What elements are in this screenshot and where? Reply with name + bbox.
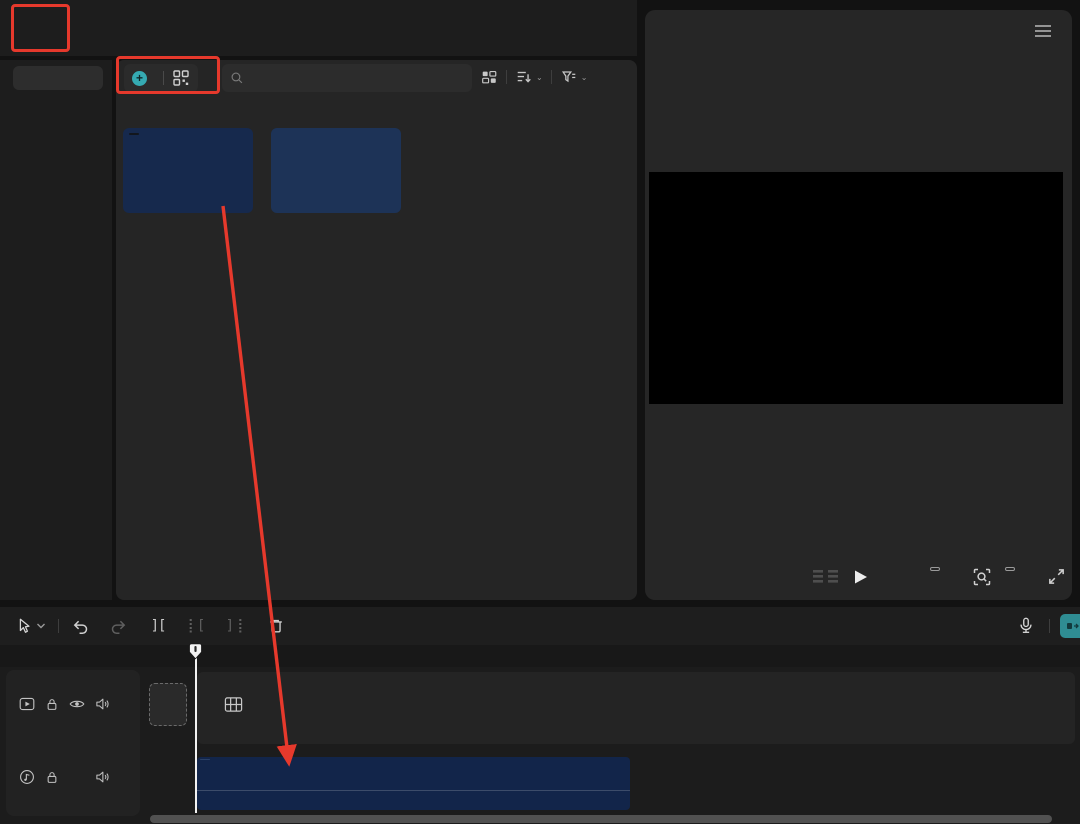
qr-import-icon[interactable]: [172, 69, 190, 87]
plus-icon: +: [132, 71, 147, 86]
sort-icon: [515, 68, 533, 86]
video-preview[interactable]: [649, 172, 1063, 404]
timeline-audio-clip[interactable]: [197, 757, 630, 810]
select-tool-button[interactable]: [10, 613, 50, 639]
cursor-icon: [15, 617, 33, 635]
playhead-line[interactable]: [195, 645, 197, 813]
grid-view-icon[interactable]: [480, 68, 498, 86]
delete-button[interactable]: [263, 613, 289, 639]
media-panel: +: [116, 60, 637, 600]
view-controls: ⌄ ⌄: [480, 68, 587, 86]
chevron-down-icon: ⌄: [536, 73, 543, 82]
redo-button[interactable]: [105, 613, 131, 639]
search-icon: [230, 71, 244, 85]
fullscreen-button[interactable]: [1047, 567, 1066, 586]
top-toolbar: [0, 0, 637, 56]
filter-button[interactable]: ⌄: [560, 68, 588, 86]
time-ruler[interactable]: [0, 645, 1080, 667]
sort-button[interactable]: ⌄: [515, 68, 543, 86]
aspect-ratio-button[interactable]: [1005, 567, 1015, 571]
filter-icon: [560, 68, 578, 86]
search-input[interactable]: [250, 71, 460, 85]
preview-zoom-button[interactable]: [972, 567, 992, 587]
added-badge: [129, 133, 139, 135]
lock-icon[interactable]: [39, 697, 64, 712]
sidebar: [0, 60, 112, 600]
audio-track-header: [6, 767, 140, 787]
focus-magnifier-icon: [972, 567, 992, 587]
undo-button[interactable]: [67, 613, 93, 639]
trim-left-button[interactable]: ⡇[: [183, 613, 209, 639]
film-icon: [224, 696, 243, 713]
media-card-audio-2[interactable]: [271, 128, 401, 213]
audio-tool-button[interactable]: [1060, 614, 1080, 638]
record-voiceover-button[interactable]: [1013, 613, 1039, 639]
waveform-thumbnail: [271, 128, 401, 213]
cover-button[interactable]: [149, 683, 187, 726]
trim-right-button[interactable]: ]⢸: [221, 613, 247, 639]
playhead[interactable]: [189, 643, 202, 660]
lock-icon[interactable]: [39, 770, 64, 785]
play-icon: [850, 567, 870, 587]
speaker-icon[interactable]: [90, 697, 115, 711]
sidebar-item-import[interactable]: [13, 66, 103, 90]
visibility-eye-icon[interactable]: [64, 698, 89, 710]
timeline-toolbar: ][ ⡇[ ]⢸: [0, 607, 1080, 645]
timeline-panel: ][ ⡇[ ]⢸: [0, 607, 1080, 824]
speaker-icon[interactable]: [90, 770, 115, 784]
video-track-icon: [14, 697, 39, 711]
player-menu-icon[interactable]: [1034, 24, 1052, 38]
split-clip-button[interactable]: ][: [145, 613, 171, 639]
play-button[interactable]: [850, 567, 870, 587]
media-card-audio-1[interactable]: [123, 128, 253, 213]
video-track-header: [6, 694, 140, 714]
player-panel: [645, 10, 1072, 600]
fullscreen-icon: [1047, 567, 1066, 586]
chevron-down-icon: [36, 622, 46, 630]
horizontal-scrollbar[interactable]: [150, 815, 1052, 823]
clip-name-label: [200, 759, 210, 760]
chevron-down-icon: ⌄: [581, 73, 588, 82]
import-button[interactable]: +: [124, 64, 198, 92]
capcut-editor-window: +: [0, 0, 1080, 824]
clip-waveform: [197, 773, 630, 809]
waveform-thumbnail: [123, 128, 253, 213]
search-box[interactable]: [222, 64, 472, 92]
quality-button[interactable]: [930, 567, 940, 571]
split-view-icon[interactable]: [811, 567, 841, 587]
audio-track-icon: [14, 769, 39, 785]
track-headers: [6, 670, 140, 816]
video-track[interactable]: [197, 672, 1075, 744]
